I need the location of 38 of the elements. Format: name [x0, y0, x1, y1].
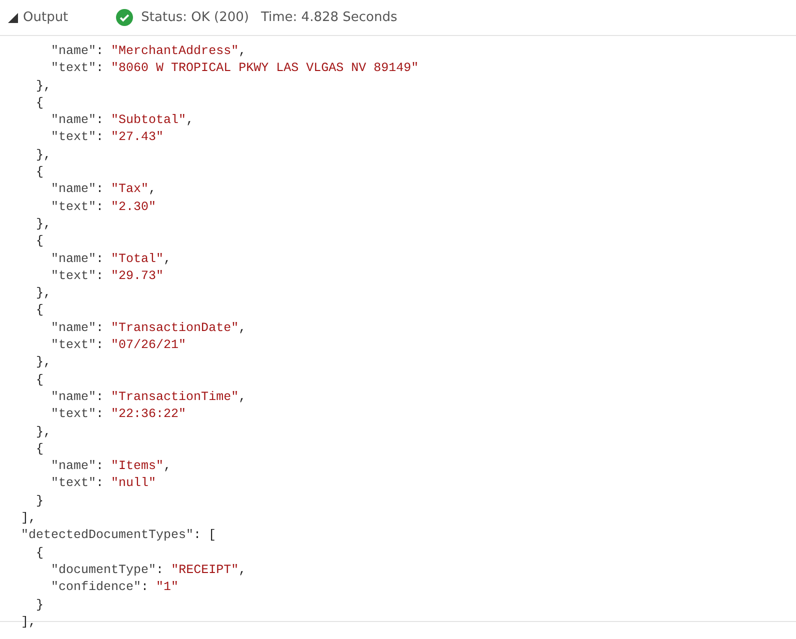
- code-line: {: [35, 440, 44, 458]
- code-line: "text": "22:36:22": [50, 406, 186, 424]
- code-line: },: [35, 354, 52, 372]
- code-line: "text": "27.43": [50, 129, 164, 146]
- code-line: "name": "TransactionTime",: [50, 388, 246, 406]
- code-line: ],: [21, 614, 36, 631]
- code-line: "text": "2.30": [50, 198, 156, 216]
- time-text: Time: 4.828 Seconds: [260, 10, 398, 25]
- code-line: },: [35, 146, 52, 164]
- code-line: "name": "TransactionDate",: [50, 320, 246, 337]
- code-line: {: [35, 302, 44, 320]
- status-text: Status: OK (200): [141, 10, 249, 25]
- code-line: }: [35, 492, 44, 510]
- code-line: },: [35, 285, 52, 302]
- code-line: "text": "29.73": [50, 268, 164, 285]
- code-line: },: [35, 78, 52, 95]
- code-line: "name": "MerchantAddress",: [50, 43, 246, 60]
- code-line: "text": "8060 W TROPICAL PKWY LAS VLGAS NV 89149": [50, 60, 419, 78]
- code-line: "confidence": "1": [50, 579, 179, 596]
- code-line: {: [35, 94, 44, 112]
- code-line: "name": "Items",: [50, 458, 172, 476]
- code-line: {: [35, 544, 44, 562]
- code-line: "name": "Total",: [50, 250, 172, 268]
- code-line: }: [35, 596, 44, 614]
- code-line: },: [35, 216, 52, 233]
- code-line: {: [35, 372, 44, 389]
- code-line: "documentType": "RECEIPT",: [50, 562, 246, 579]
- collapse-triangle-icon[interactable]: [8, 12, 18, 22]
- code-line: "text": "07/26/21": [50, 337, 186, 354]
- code-line: {: [35, 233, 44, 250]
- code-line: "detectedDocumentTypes": [: [21, 527, 216, 544]
- code-line: {: [35, 164, 44, 182]
- code-line: "name": "Tax",: [50, 181, 156, 198]
- code-line: ],: [21, 510, 36, 528]
- panel-title: Output: [23, 10, 68, 25]
- code-line: },: [35, 424, 52, 441]
- code-line: "text": "null": [50, 475, 156, 492]
- code-line: "name": "Subtotal",: [50, 112, 194, 130]
